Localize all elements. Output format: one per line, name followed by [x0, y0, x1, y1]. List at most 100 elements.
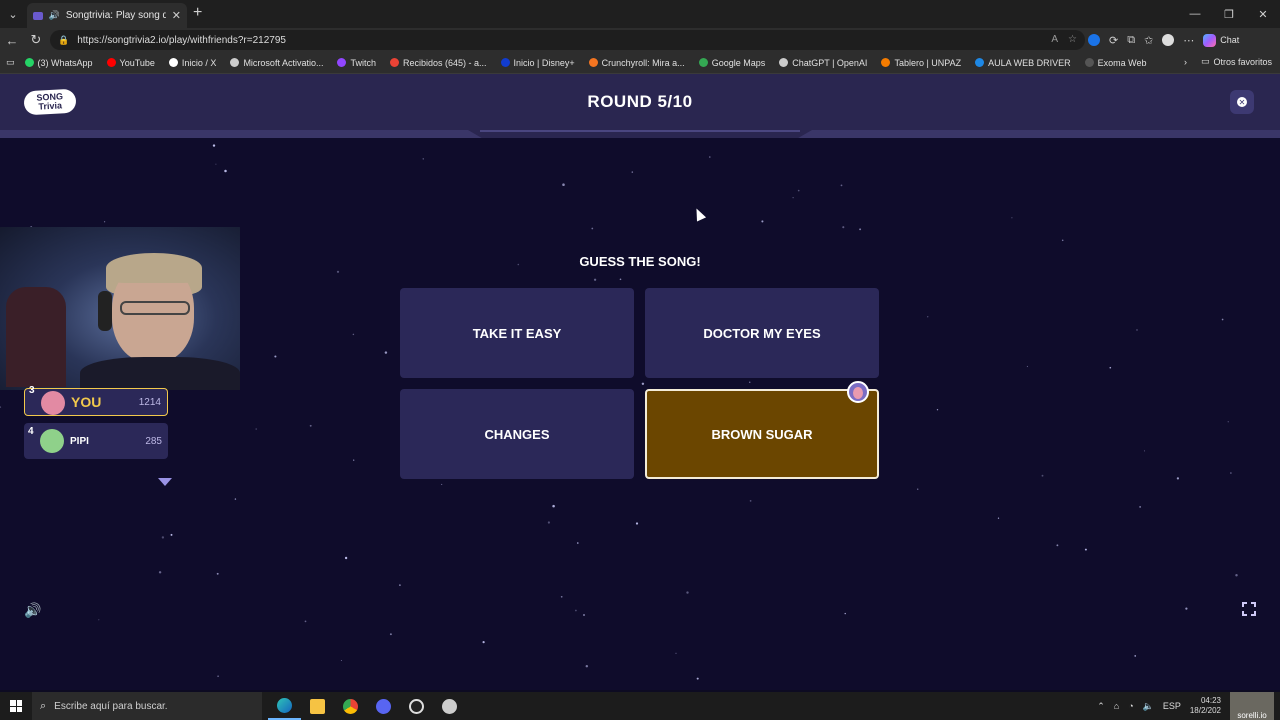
star	[1084, 548, 1087, 551]
bookmark-item[interactable]: Google Maps	[698, 57, 766, 68]
answer-option-selected[interactable]: BROWN SUGAR	[645, 381, 879, 479]
refresh-icon[interactable]: ↻	[24, 32, 48, 48]
bookmark-item[interactable]: Inicio | Disney+	[500, 58, 575, 68]
star	[1143, 450, 1146, 452]
leaderboard-expand-chevron-icon[interactable]	[158, 478, 172, 486]
minimize-icon[interactable]: —	[1178, 0, 1212, 28]
exoma-icon	[1084, 58, 1094, 67]
app-taskbar-app[interactable]	[433, 692, 466, 720]
answer-label: BROWN SUGAR	[711, 426, 813, 442]
other-favorites-folder[interactable]: ▭ Otros favoritos	[1201, 56, 1272, 67]
more-bookmarks-chevron-icon[interactable]: ›	[1184, 57, 1187, 67]
system-tray: ⌃ ⌂ ◔ 🔈 ESP 04:23 18/2/202 sorelli.io	[1097, 692, 1280, 720]
new-tab-icon[interactable]: +	[193, 4, 202, 22]
star	[158, 571, 162, 574]
fullscreen-icon[interactable]	[1241, 601, 1257, 617]
star	[997, 517, 1000, 519]
player-avatar	[40, 429, 64, 453]
songtrivia-favicon-icon	[33, 11, 43, 20]
answer-option[interactable]: DOCTOR MY EYES	[645, 288, 879, 378]
profile-avatar[interactable]	[1162, 34, 1175, 46]
close-tab-icon[interactable]: ✕	[172, 9, 181, 22]
star	[591, 227, 594, 230]
star	[384, 351, 388, 354]
star	[859, 228, 862, 231]
favorites-icon[interactable]: ✩	[1144, 34, 1153, 47]
bookmark-item[interactable]: YouTube	[106, 58, 155, 68]
bookmarks-sidebar-icon[interactable]: ▭	[6, 57, 15, 68]
star	[840, 184, 843, 187]
answer-option[interactable]: CHANGES	[400, 389, 634, 479]
bookmarks-bar: ▭ (3) WhatsApp YouTube Inicio / X Micros…	[0, 52, 1280, 74]
browser-tab[interactable]: 🔊 Songtrivia: Play song quizzes ✕	[27, 3, 187, 28]
obs-taskbar-app[interactable]	[400, 692, 433, 720]
close-window-icon[interactable]: ✕	[1246, 0, 1280, 28]
webcam-headset	[98, 291, 112, 331]
tray-overflow-chevron-icon[interactable]: ⌃	[1097, 701, 1105, 712]
bookmark-item[interactable]: (3) WhatsApp	[24, 57, 93, 68]
bookmark-label: (3) WhatsApp	[37, 57, 93, 68]
read-aloud-icon[interactable]: A	[1051, 34, 1058, 45]
star	[686, 591, 689, 594]
clock[interactable]: 04:23 18/2/202	[1190, 696, 1221, 716]
split-screen-icon[interactable]: ⧉	[1127, 34, 1135, 47]
star	[585, 664, 589, 668]
close-game-button[interactable]: ✕	[1230, 90, 1254, 114]
star	[583, 614, 585, 616]
bookmark-item[interactable]: AULA WEB DRIVER	[975, 58, 1071, 68]
youtube-icon	[106, 58, 116, 67]
extensions-icon[interactable]: ⟳	[1109, 34, 1118, 47]
site-info-icon[interactable]: 🔒	[58, 35, 69, 46]
bookmark-label: Google Maps	[711, 57, 766, 68]
answer-option[interactable]: TAKE IT EASY	[400, 288, 634, 378]
favorite-star-icon[interactable]: ☆	[1068, 34, 1077, 45]
close-icon: ✕	[1237, 97, 1247, 107]
language-indicator[interactable]: ESP	[1163, 701, 1181, 711]
copilot-chat-button[interactable]: Chat	[1203, 33, 1239, 47]
bookmark-item[interactable]: ChatGPT | OpenAI	[779, 58, 867, 68]
edge-taskbar-app[interactable]	[268, 692, 301, 720]
bookmark-label: Inicio / X	[181, 57, 217, 68]
windows-taskbar: ⌕ Escribe aquí para buscar. ⌃ ⌂ ◔ 🔈 ESP …	[0, 692, 1280, 720]
bookmark-item[interactable]: Tablero | UNPAZ	[881, 58, 961, 68]
star	[1185, 607, 1188, 610]
star	[224, 169, 227, 173]
gear-icon	[230, 58, 240, 67]
start-button[interactable]	[0, 692, 32, 720]
star	[255, 428, 257, 430]
bookmark-item[interactable]: Recibidos (645) - a...	[389, 58, 487, 68]
bookmark-item[interactable]: Microsoft Activatio...	[230, 58, 323, 68]
star	[709, 156, 711, 158]
speaker-icon[interactable]: 🔈	[1143, 701, 1154, 712]
taskbar-search[interactable]: ⌕ Escribe aquí para buscar.	[32, 692, 262, 720]
url-field[interactable]: 🔒 https://songtrivia2.io/play/withfriend…	[50, 30, 1085, 50]
bookmark-item[interactable]: Twitch	[337, 58, 376, 68]
star	[575, 609, 577, 612]
tab-title: Songtrivia: Play song quizzes	[65, 10, 166, 21]
bookmark-item[interactable]: Exoma Web	[1084, 58, 1147, 68]
star	[1235, 574, 1238, 577]
player-avatar	[41, 391, 65, 415]
discord-taskbar-app[interactable]	[367, 692, 400, 720]
explorer-taskbar-app[interactable]	[301, 692, 334, 720]
restore-icon[interactable]: ❐	[1212, 0, 1246, 28]
more-menu-icon[interactable]: ⋯	[1183, 34, 1194, 47]
search-placeholder: Escribe aquí para buscar.	[54, 700, 168, 712]
volume-icon[interactable]: 🔊	[24, 602, 41, 619]
wifi-icon[interactable]: ◔	[1128, 701, 1133, 711]
back-icon[interactable]: ←	[0, 33, 24, 48]
search-icon: ⌕	[40, 699, 47, 712]
audio-playing-icon[interactable]: 🔊	[49, 10, 60, 21]
bookmark-item[interactable]: Inicio / X	[168, 57, 217, 68]
windows-logo-icon	[10, 700, 22, 712]
round-title: ROUND 5/10	[587, 92, 693, 111]
chrome-taskbar-app[interactable]	[334, 692, 367, 720]
extension-icon[interactable]	[1088, 34, 1100, 46]
star	[641, 382, 645, 386]
tab-actions-menu-icon[interactable]: ⌄	[0, 0, 26, 28]
star	[1109, 366, 1112, 369]
disney-icon	[500, 58, 510, 67]
network-icon[interactable]: ⌂	[1114, 701, 1119, 711]
bookmark-item[interactable]: Crunchyroll: Mira a...	[588, 58, 685, 68]
star	[1136, 329, 1138, 331]
